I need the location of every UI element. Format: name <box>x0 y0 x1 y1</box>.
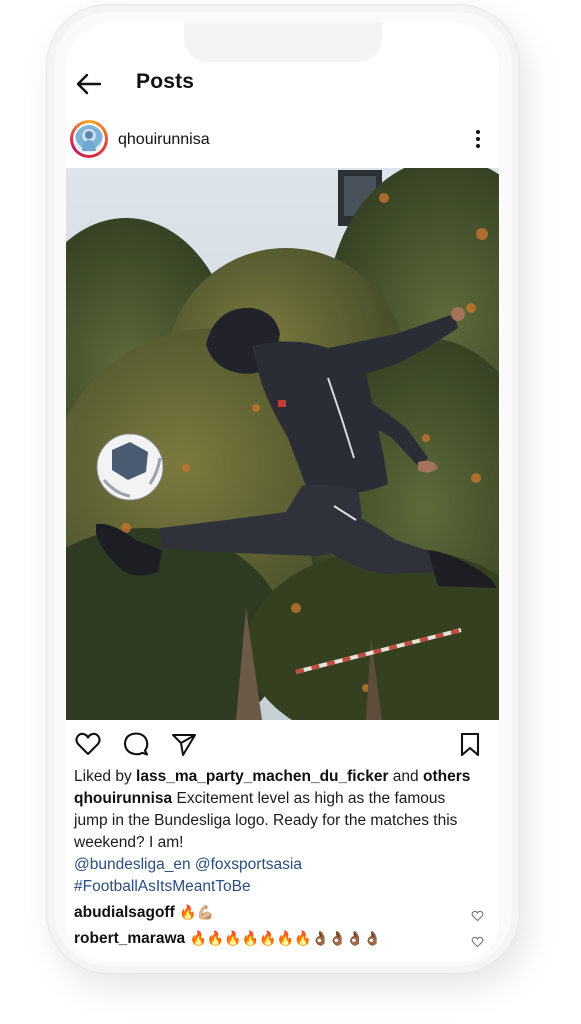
save-button[interactable] <box>456 730 484 758</box>
phone-notch <box>184 22 382 62</box>
mention-foxsportsasia[interactable]: @foxsportsasia <box>195 856 302 873</box>
vertical-dots-icon <box>476 130 480 148</box>
comment-row: robert_marawa 🔥🔥🔥🔥🔥🔥🔥👌🏾👌🏾👌🏾👌🏾 <box>74 930 494 954</box>
heart-icon <box>471 910 484 922</box>
page: Posts qhouirunnisa Liked by lass_ma_part… <box>0 0 581 1024</box>
like-button[interactable] <box>74 730 102 758</box>
caption-hashtag-line: #FootballAsItsMeantToBe <box>74 876 490 898</box>
liker-username[interactable]: lass_ma_party_machen_du_ficker <box>136 768 388 785</box>
top-bar: Posts <box>66 66 499 102</box>
bookmark-icon <box>460 732 480 757</box>
heart-icon <box>75 732 101 756</box>
arrow-left-icon <box>76 73 102 95</box>
paper-plane-icon <box>172 734 196 756</box>
post-photo[interactable] <box>66 168 499 720</box>
phone-screen: Posts qhouirunnisa Liked by lass_ma_part… <box>66 22 499 962</box>
more-options-button[interactable] <box>471 128 485 150</box>
post-header: qhouirunnisa <box>66 120 499 164</box>
avatar[interactable] <box>70 120 108 158</box>
speech-bubble-icon <box>123 732 149 756</box>
share-button[interactable] <box>170 730 198 758</box>
comment-like-button[interactable] <box>471 935 484 948</box>
caption: qhouirunnisa Excitement level as high as… <box>74 790 446 807</box>
mention-bundesliga[interactable]: @bundesliga_en <box>74 856 191 873</box>
comment-row: abudialsagoff 🔥💪🏼 <box>74 904 494 928</box>
comment-button[interactable] <box>122 730 150 758</box>
caption-line-3: weekend? I am! <box>74 834 184 851</box>
caption-mentions: @bundesliga_en @foxsportsasia <box>74 854 490 876</box>
likes-others-link[interactable]: others <box>423 768 470 785</box>
comment-text: 🔥💪🏼 <box>179 904 214 920</box>
post-text: Liked by lass_ma_party_machen_du_ficker … <box>74 766 490 898</box>
heart-icon <box>471 936 484 948</box>
comment-text: 🔥🔥🔥🔥🔥🔥🔥👌🏾👌🏾👌🏾👌🏾 <box>189 930 382 946</box>
hashtag-link[interactable]: #FootballAsItsMeantToBe <box>74 878 251 895</box>
post-username[interactable]: qhouirunnisa <box>118 131 210 149</box>
caption-username[interactable]: qhouirunnisa <box>74 790 172 807</box>
comment-like-button[interactable] <box>471 909 484 922</box>
likes-summary: Liked by lass_ma_party_machen_du_ficker … <box>74 768 471 785</box>
avatar-photo <box>75 125 103 153</box>
caption-line-2: jump in the Bundesliga logo. Ready for t… <box>74 812 458 829</box>
comment-username[interactable]: robert_marawa <box>74 930 185 947</box>
page-title: Posts <box>136 70 195 93</box>
back-button[interactable] <box>74 70 104 98</box>
action-bar <box>66 728 499 758</box>
comment-username[interactable]: abudialsagoff <box>74 904 175 921</box>
